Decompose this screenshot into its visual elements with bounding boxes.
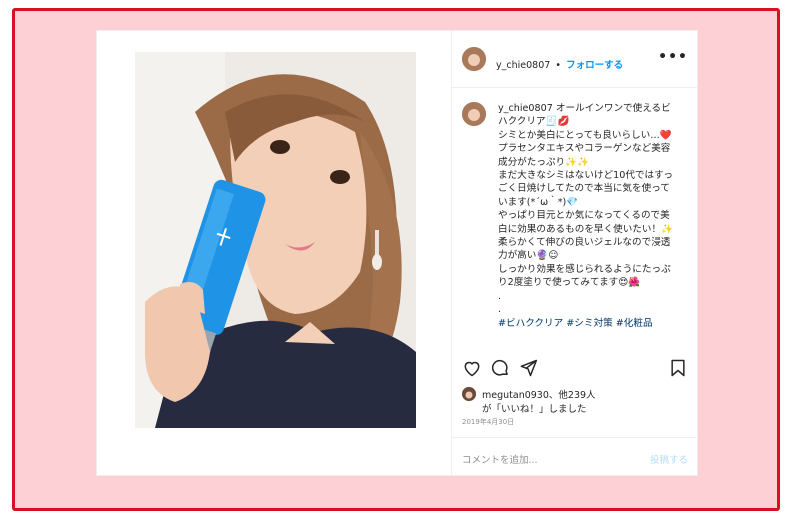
bookmark-icon[interactable] — [668, 358, 688, 378]
author-avatar[interactable] — [462, 47, 486, 71]
likes-suffix-text: が「いいね！」しました — [482, 404, 587, 415]
more-options-icon[interactable]: ••• — [658, 49, 688, 65]
post-comment-button[interactable]: 投稿する — [650, 452, 688, 466]
caption-body: オールインワンで使えるビハククリア🧾💋 シミとか美白にとっても良いらしい…❤️ … — [498, 103, 674, 316]
likes-count[interactable]: 、他239人 — [549, 390, 596, 401]
follow-button[interactable]: フォローする — [566, 60, 623, 71]
post-header: y_chie0807 • フォローする ••• — [452, 31, 698, 88]
instagram-post-card: y_chie0807 • フォローする ••• y_chie0807 オールイン… — [96, 30, 698, 476]
likes-summary: megutan0930、他239人 が「いいね！」しました — [462, 385, 692, 415]
author-username[interactable]: y_chie0807 — [496, 60, 550, 71]
post-side-panel: y_chie0807 • フォローする ••• y_chie0807 オールイン… — [451, 31, 698, 475]
caption-avatar[interactable] — [462, 102, 486, 126]
caption-scroll-area[interactable]: y_chie0807 オールインワンで使えるビハククリア🧾💋 シミとか美白にとっ… — [452, 88, 698, 344]
post-photo[interactable] — [135, 52, 416, 428]
selfie-illustration — [135, 52, 416, 428]
like-heart-icon[interactable] — [462, 358, 482, 378]
liker-avatar[interactable] — [462, 387, 476, 401]
caption-text-block: y_chie0807 オールインワンで使えるビハククリア🧾💋 シミとか美白にとっ… — [498, 102, 676, 330]
liker-username[interactable]: megutan0930 — [482, 390, 549, 401]
action-bar — [452, 351, 698, 381]
comment-bubble-icon[interactable] — [490, 358, 510, 378]
comment-input[interactable]: コメントを追加... — [462, 452, 538, 466]
comment-form: コメントを追加... 投稿する — [452, 437, 698, 476]
caption-username[interactable]: y_chie0807 — [498, 103, 553, 114]
share-plane-icon[interactable] — [518, 358, 538, 378]
header-separator: • — [555, 60, 561, 71]
caption-hashtags[interactable]: #ビハククリア #シミ対策 #化粧品 — [498, 318, 653, 329]
post-date[interactable]: 2019年4月30日 — [462, 417, 514, 427]
